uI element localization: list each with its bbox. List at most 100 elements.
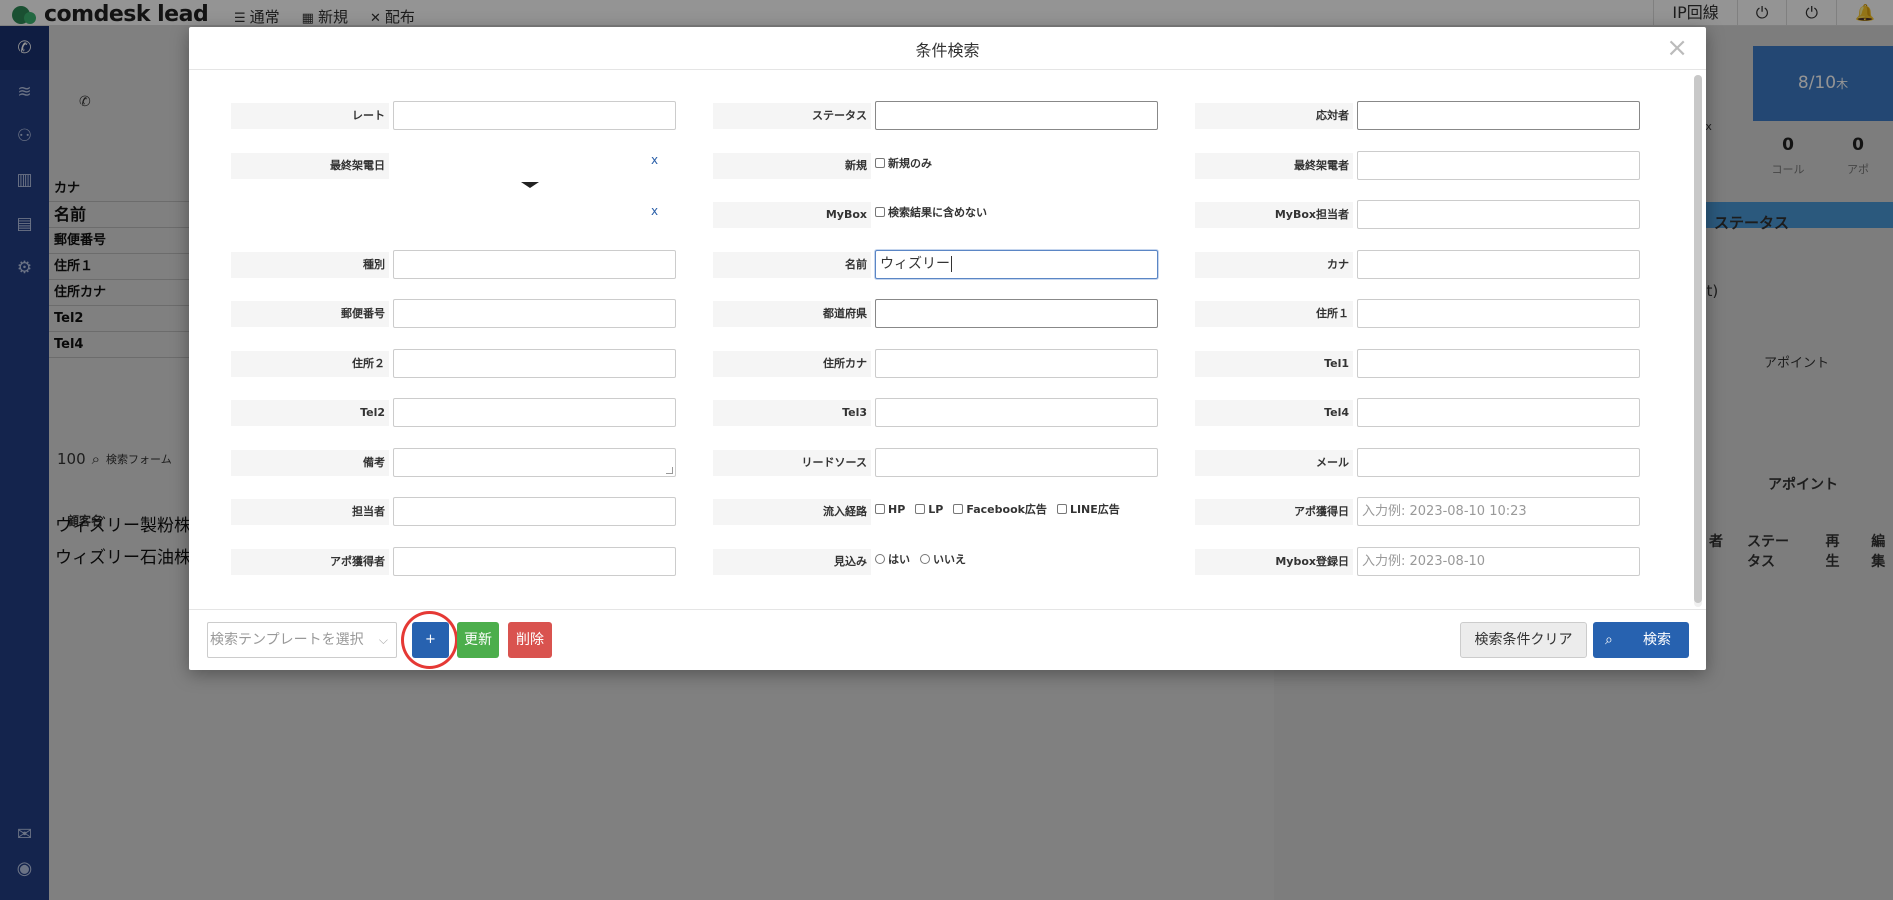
condition-input[interactable] xyxy=(393,348,676,378)
condition-select[interactable] xyxy=(1357,101,1640,130)
condition-row: 備考 xyxy=(231,446,701,496)
clear-start-date-button[interactable]: x xyxy=(651,153,658,167)
condition-input[interactable]: 入力例: 2023-08-10 10:23 xyxy=(1357,497,1640,526)
condition-row: 住所カナ xyxy=(713,347,1183,397)
condition-label: 最終架電者 xyxy=(1195,152,1353,179)
option-label[interactable]: 検索結果に含めない xyxy=(888,204,987,220)
modal-body: レート 最終架電日 x x 種別 郵便番号 住所２ Tel2 備考 担当者 アポ獲得者 ステータス新… xyxy=(189,71,1706,607)
condition-row: MyBox 検索結果に含めない xyxy=(713,198,1183,248)
condition-textarea[interactable] xyxy=(393,447,676,477)
condition-input[interactable] xyxy=(875,398,1158,427)
condition-select[interactable] xyxy=(875,101,1158,130)
condition-input[interactable] xyxy=(393,497,676,526)
update-template-button[interactable]: 更新 xyxy=(457,622,499,658)
condition-label: 名前 xyxy=(713,251,871,278)
condition-label: ステータス xyxy=(713,103,871,129)
condition-input[interactable] xyxy=(393,398,676,427)
modal-header: 条件検索 × xyxy=(189,27,1706,70)
checkbox[interactable] xyxy=(875,157,885,168)
condition-row: 担当者 xyxy=(231,495,701,545)
chevron-down-icon: ⌵ xyxy=(378,633,388,647)
condition-label: 流入経路 xyxy=(713,499,871,525)
option-label[interactable]: Facebook広告 xyxy=(966,501,1047,517)
clear-conditions-button[interactable]: 検索条件クリア xyxy=(1460,622,1587,658)
condition-input[interactable] xyxy=(1357,200,1640,229)
condition-select[interactable] xyxy=(875,299,1158,328)
condition-input[interactable]: 入力例: 2023-08-10 xyxy=(1357,546,1640,576)
condition-row: アポ獲得日 入力例: 2023-08-10 10:23 xyxy=(1195,495,1665,545)
checkbox-group: HP LP Facebook広告 LINE広告 xyxy=(875,501,1120,517)
condition-label: 種別 xyxy=(231,251,389,278)
condition-input[interactable]: ウィズリー xyxy=(875,249,1158,279)
add-template-button[interactable]: + xyxy=(412,622,449,658)
condition-label: 見込み xyxy=(713,548,871,575)
option-label[interactable]: LP xyxy=(928,503,943,516)
condition-row: 最終架電日 x xyxy=(231,149,701,199)
condition-label: Mybox登録日 xyxy=(1195,548,1353,575)
checkbox[interactable] xyxy=(953,504,964,514)
search-conditions-modal: 条件検索 × レート 最終架電日 x x 種別 郵便番号 住所２ Tel2 備考 担当者 アポ獲得者… xyxy=(189,27,1706,670)
option-label[interactable]: はい xyxy=(888,551,910,567)
search-button[interactable]: ⌕ 検索 xyxy=(1593,622,1689,658)
condition-row: 応対者 xyxy=(1195,99,1665,149)
radio-button[interactable] xyxy=(875,553,885,564)
condition-label: 郵便番号 xyxy=(231,301,389,327)
text-cursor xyxy=(951,255,952,272)
checkbox[interactable] xyxy=(875,504,885,514)
condition-label: MyBox xyxy=(713,202,871,228)
checkbox[interactable] xyxy=(915,504,926,514)
option-label[interactable]: 新規のみ xyxy=(888,155,932,171)
resize-grip-icon[interactable] xyxy=(666,466,673,474)
condition-row: Tel3 xyxy=(713,396,1183,446)
condition-row: 見込み はい いいえ xyxy=(713,545,1183,595)
template-select[interactable]: 検索テンプレートを選択 ⌵ xyxy=(207,622,397,658)
condition-row: 名前 ウィズリー xyxy=(713,248,1183,298)
condition-row: Mybox登録日 入力例: 2023-08-10 xyxy=(1195,545,1665,595)
option-label[interactable]: LINE広告 xyxy=(1070,501,1120,517)
option-label[interactable]: いいえ xyxy=(933,551,966,567)
condition-row: カナ xyxy=(1195,248,1665,298)
condition-label: 住所２ xyxy=(231,350,389,377)
close-icon[interactable]: × xyxy=(1666,33,1688,63)
modal-title: 条件検索 xyxy=(915,41,980,60)
checkbox[interactable] xyxy=(1056,504,1067,514)
condition-label: レート xyxy=(231,103,389,129)
condition-row: 最終架電者 xyxy=(1195,149,1665,199)
condition-label: 住所カナ xyxy=(713,350,871,377)
checkbox[interactable] xyxy=(875,207,885,217)
date-picker-caret-icon[interactable] xyxy=(521,181,539,188)
condition-row: 住所１ xyxy=(1195,297,1665,347)
condition-input[interactable] xyxy=(1357,249,1640,279)
condition-row: 新規 新規のみ xyxy=(713,149,1183,199)
modal-footer: 検索テンプレートを選択 ⌵ + 更新 削除 検索条件クリア ⌕ 検索 xyxy=(189,609,1706,670)
condition-input[interactable] xyxy=(393,546,676,576)
delete-template-button[interactable]: 削除 xyxy=(508,622,552,658)
option-label[interactable]: HP xyxy=(888,503,905,516)
condition-label: 最終架電日 xyxy=(231,152,389,179)
condition-row: 郵便番号 xyxy=(231,297,701,347)
condition-input[interactable] xyxy=(1357,398,1640,427)
clear-end-date-button[interactable]: x xyxy=(651,204,658,218)
condition-input[interactable] xyxy=(875,447,1158,477)
condition-input[interactable] xyxy=(393,101,676,130)
condition-input[interactable] xyxy=(393,249,676,279)
radio-button[interactable] xyxy=(920,553,930,564)
condition-row: レート xyxy=(231,99,701,149)
condition-row: x xyxy=(231,198,701,248)
condition-row: Tel4 xyxy=(1195,396,1665,446)
radio-group: はい いいえ xyxy=(875,551,966,567)
condition-label: カナ xyxy=(1195,251,1353,278)
condition-input[interactable] xyxy=(393,299,676,328)
condition-input[interactable] xyxy=(1357,447,1640,477)
condition-row: Tel1 xyxy=(1195,347,1665,397)
condition-label: 備考 xyxy=(231,449,389,476)
condition-input[interactable] xyxy=(1357,150,1640,180)
condition-row: リードソース xyxy=(713,446,1183,496)
condition-input[interactable] xyxy=(1357,299,1640,328)
condition-label: 住所１ xyxy=(1195,301,1353,327)
condition-row: 都道府県 xyxy=(713,297,1183,347)
condition-input[interactable] xyxy=(875,348,1158,378)
modal-scrollbar[interactable] xyxy=(1694,75,1702,607)
condition-input[interactable] xyxy=(1357,348,1640,378)
condition-label: アポ獲得者 xyxy=(231,548,389,575)
